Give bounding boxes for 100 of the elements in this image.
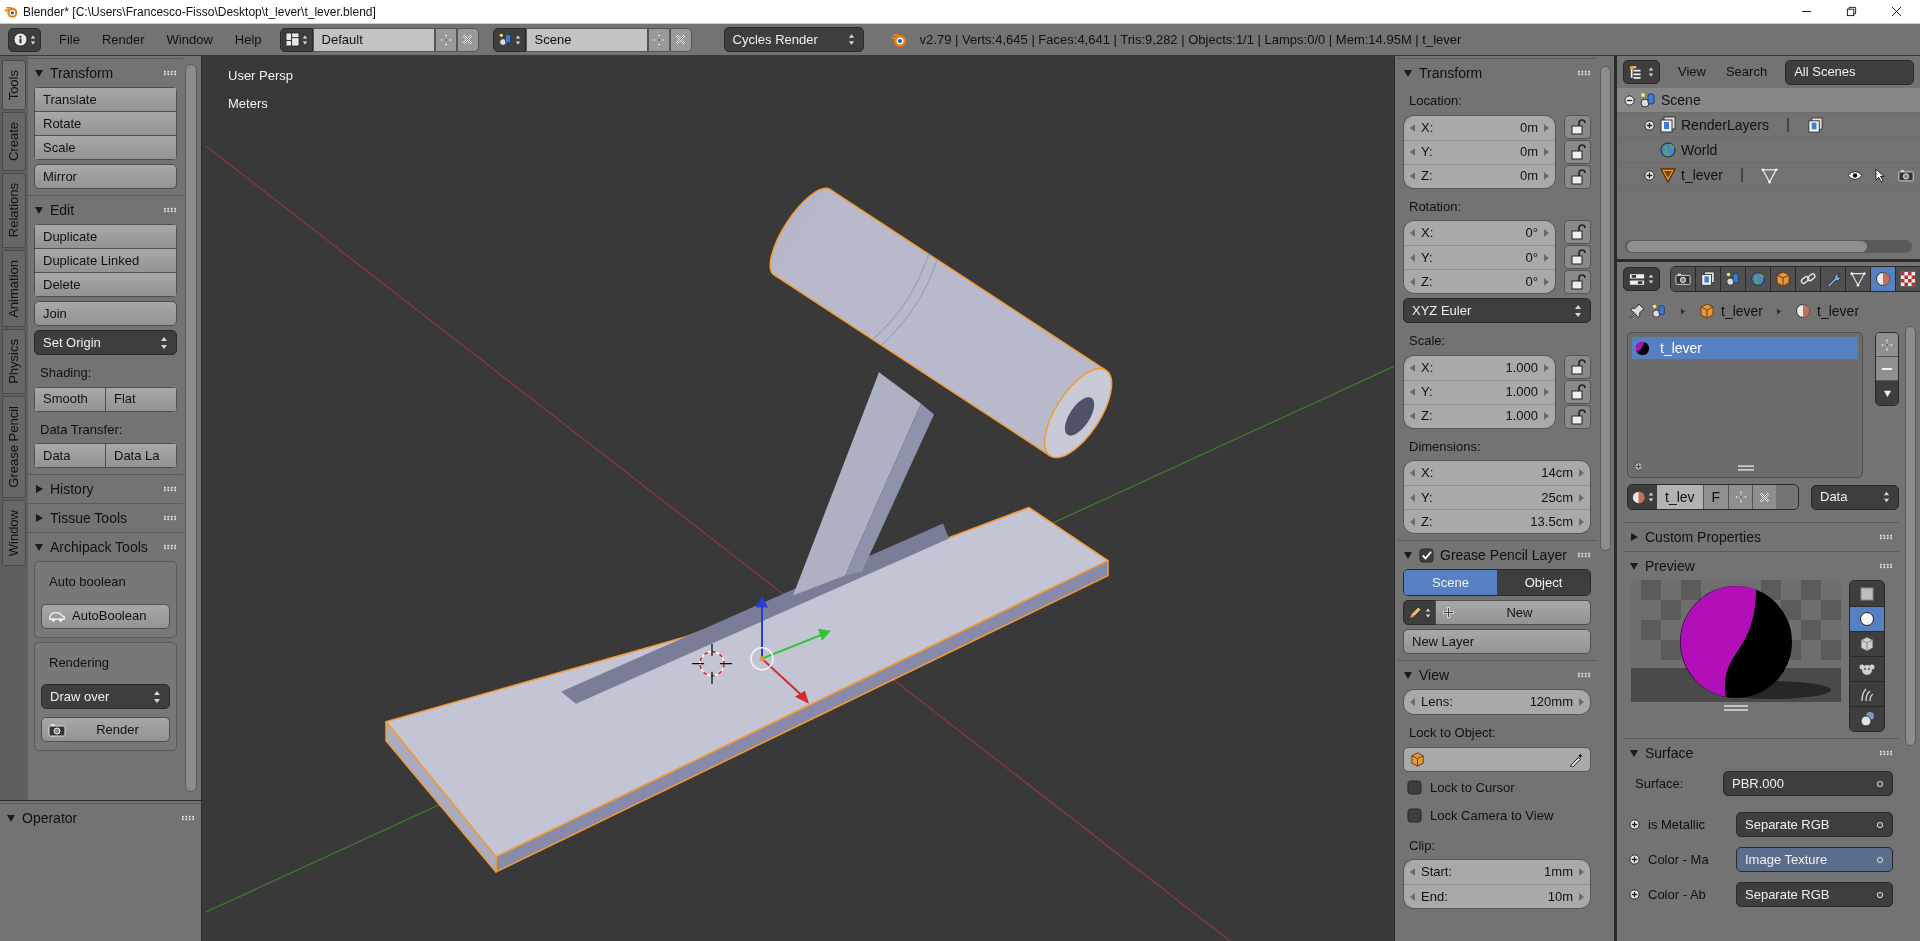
menu-item[interactable]: Render xyxy=(101,29,145,50)
decrement-arrow-icon[interactable] xyxy=(1410,412,1415,420)
expand-icon[interactable] xyxy=(1644,119,1655,131)
increment-arrow-icon[interactable] xyxy=(1544,148,1549,156)
disclosure-triangle-icon[interactable] xyxy=(34,542,44,552)
panel-title[interactable]: Preview xyxy=(1645,555,1695,577)
resize-handle-icon[interactable] xyxy=(1724,705,1748,711)
dropdown[interactable]: Set Origin xyxy=(34,330,177,355)
eye-icon[interactable] xyxy=(1847,169,1863,181)
disclosure-triangle-icon[interactable] xyxy=(34,68,44,78)
properties-tab[interactable] xyxy=(1696,267,1721,291)
lock-toggle[interactable] xyxy=(1564,379,1591,404)
tool-button[interactable]: Duplicate xyxy=(34,224,177,249)
scrollbar[interactable] xyxy=(1627,241,1867,252)
transform-gizmo-drawing[interactable] xyxy=(750,595,831,704)
decrement-arrow-icon[interactable] xyxy=(1410,148,1415,156)
menu-item[interactable]: View xyxy=(1678,62,1706,82)
breadcrumb-item[interactable]: t_lever xyxy=(1817,300,1860,322)
lock-toggle[interactable] xyxy=(1564,164,1591,189)
editor-type-button[interactable] xyxy=(1623,267,1660,291)
preview-type-button[interactable] xyxy=(1850,656,1884,681)
number-field[interactable]: Y: 0° xyxy=(1404,245,1555,269)
lock-toggle[interactable] xyxy=(1564,245,1591,269)
drag-handle-icon[interactable] xyxy=(1879,563,1893,569)
resize-handle-icon[interactable] xyxy=(1738,465,1754,471)
dropdown[interactable]: XYZ Euler xyxy=(1403,298,1591,323)
scrollbar[interactable] xyxy=(185,64,197,792)
decrement-arrow-icon[interactable] xyxy=(1410,469,1415,477)
add-filter-icon[interactable] xyxy=(1634,462,1643,471)
tool-button[interactable]: Translate xyxy=(34,87,177,112)
brush-selector[interactable] xyxy=(1403,600,1436,625)
add-button[interactable] xyxy=(434,27,457,52)
decrement-arrow-icon[interactable] xyxy=(1410,172,1415,180)
preview-type-button[interactable] xyxy=(1850,681,1884,706)
lock-toggle[interactable] xyxy=(1564,139,1591,164)
disclosure-triangle-icon[interactable] xyxy=(1403,670,1413,680)
decrement-arrow-icon[interactable] xyxy=(1410,493,1415,502)
number-field[interactable]: X: 0m xyxy=(1404,115,1555,140)
editor-type-button[interactable] xyxy=(8,27,41,52)
drag-handle-icon[interactable] xyxy=(163,207,177,213)
remove-slot-button[interactable] xyxy=(1876,357,1898,381)
number-field[interactable]: Y: 1.000 xyxy=(1404,379,1555,404)
tool-button[interactable]: Join xyxy=(34,301,177,326)
properties-tab[interactable] xyxy=(1671,267,1696,291)
number-field[interactable]: Z: 0° xyxy=(1404,269,1555,293)
slot-menu-button[interactable] xyxy=(1876,381,1898,405)
node-selector[interactable]: Image Texture xyxy=(1736,847,1893,872)
increment-arrow-icon[interactable] xyxy=(1579,868,1584,876)
tool-button[interactable]: Flat xyxy=(105,386,177,412)
panel-title[interactable]: Transform xyxy=(1419,62,1483,84)
checkbox[interactable] xyxy=(1419,547,1434,563)
number-field[interactable]: End: 10m xyxy=(1404,884,1590,908)
list-item[interactable]: t_lever xyxy=(1632,337,1858,359)
tool-button[interactable]: Data xyxy=(34,443,106,468)
name-field[interactable]: Default xyxy=(312,27,435,52)
panel-title[interactable]: Edit xyxy=(50,199,75,221)
lock-toggle[interactable] xyxy=(1564,270,1591,294)
increment-arrow-icon[interactable] xyxy=(1579,469,1584,477)
panel-title[interactable]: History xyxy=(50,478,94,500)
mesh-icon[interactable] xyxy=(1761,166,1779,184)
number-field[interactable]: Z: 13.5cm xyxy=(1404,509,1590,533)
decrement-arrow-icon[interactable] xyxy=(1410,363,1415,372)
disclosure-triangle-icon[interactable] xyxy=(6,813,16,823)
increment-arrow-icon[interactable] xyxy=(1544,123,1549,132)
increment-arrow-icon[interactable] xyxy=(1579,493,1584,502)
lock-toggle[interactable] xyxy=(1564,404,1591,429)
drag-handle-icon[interactable] xyxy=(1577,70,1591,76)
node-selector[interactable]: Separate RGB xyxy=(1736,812,1893,837)
number-field[interactable]: Z: 0m xyxy=(1404,163,1555,188)
drag-handle-icon[interactable] xyxy=(1577,672,1591,678)
properties-tab[interactable] xyxy=(1821,267,1846,291)
number-field[interactable]: X: 0° xyxy=(1404,221,1555,245)
lock-toggle[interactable] xyxy=(1564,354,1591,379)
drag-handle-icon[interactable] xyxy=(163,544,177,550)
tool-button[interactable]: Mirror xyxy=(34,164,177,189)
toggle-option[interactable]: Scene xyxy=(1404,570,1497,595)
number-field[interactable]: Y: 25cm xyxy=(1404,485,1590,509)
tool-button[interactable]: Scale xyxy=(34,135,177,160)
lever-model-drawing[interactable] xyxy=(385,187,1113,873)
disclosure-triangle-icon[interactable] xyxy=(1403,68,1413,78)
disclosure-triangle-icon[interactable] xyxy=(1629,561,1639,571)
scrollbar[interactable] xyxy=(1905,326,1916,746)
image-stack-icon[interactable] xyxy=(1806,116,1824,134)
menu-item[interactable]: Search xyxy=(1725,62,1768,82)
decrement-arrow-icon[interactable] xyxy=(1410,892,1415,901)
increment-arrow-icon[interactable] xyxy=(1544,412,1549,420)
datablock-browse-button[interactable] xyxy=(492,27,526,52)
tree-row[interactable]: RenderLayers xyxy=(1617,113,1920,138)
tool-button[interactable]: AutoBoolean xyxy=(41,603,170,629)
node-selector[interactable]: Separate RGB xyxy=(1736,882,1893,907)
close-icon[interactable] xyxy=(1891,6,1902,17)
decrement-arrow-icon[interactable] xyxy=(1410,698,1415,706)
decrement-arrow-icon[interactable] xyxy=(1410,123,1415,132)
decrement-arrow-icon[interactable] xyxy=(1410,229,1415,237)
drag-handle-icon[interactable] xyxy=(163,486,177,492)
dropdown[interactable]: Draw over xyxy=(41,684,170,709)
preview-type-button[interactable] xyxy=(1850,706,1884,731)
disclosure-triangle-icon[interactable] xyxy=(34,205,44,215)
tool-button[interactable]: Smooth xyxy=(34,386,106,412)
increment-arrow-icon[interactable] xyxy=(1544,277,1549,286)
